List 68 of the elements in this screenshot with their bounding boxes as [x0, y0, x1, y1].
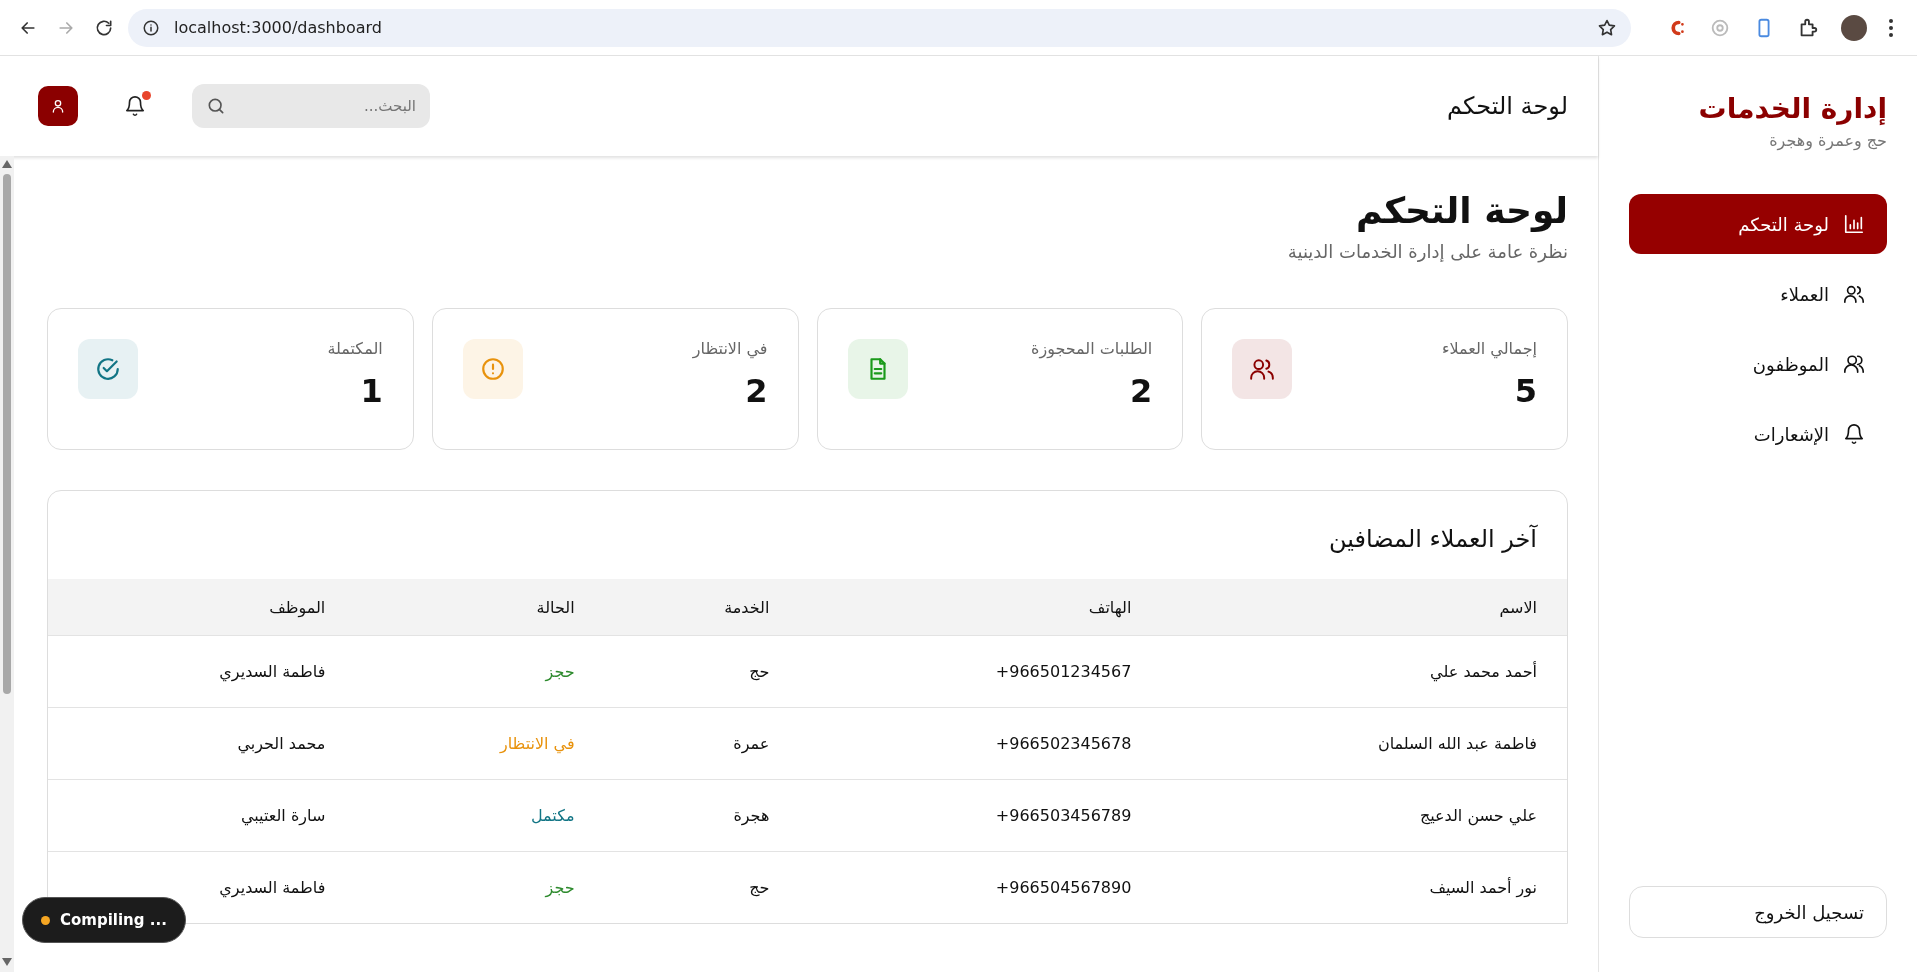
- stat-label: إجمالي العملاء: [1441, 339, 1537, 358]
- compiling-label: Compiling ...: [60, 911, 167, 929]
- scroll-down-icon[interactable]: [2, 958, 12, 966]
- url-text: localhost:3000/dashboard: [174, 18, 383, 37]
- status-text: في الانتظار: [355, 707, 605, 780]
- table-cell: +966501234567: [799, 635, 1162, 708]
- status-text: مكتمل: [355, 779, 605, 852]
- column-header: الحالة: [355, 579, 605, 636]
- table-cell: +966503456789: [799, 779, 1162, 852]
- table-cell: محمد الحربي: [48, 707, 356, 780]
- stat-label: المكتملة: [327, 339, 383, 358]
- sidebar-item[interactable]: الموظفون: [1629, 334, 1887, 394]
- stat-value: 2: [744, 372, 768, 410]
- sidebar-item[interactable]: العملاء: [1629, 264, 1887, 324]
- stat-label: الطلبات المحجوزة: [1031, 339, 1153, 358]
- logout-button[interactable]: تسجيل الخروج: [1629, 886, 1887, 938]
- stat-value: 5: [1513, 372, 1537, 410]
- reload-icon: [94, 17, 114, 38]
- alert-circle-icon: [479, 356, 506, 382]
- sidebar-item[interactable]: لوحة التحكم: [1629, 194, 1887, 254]
- table-cell: فاطمة السديري: [48, 635, 356, 708]
- scroll-up-icon[interactable]: [2, 160, 12, 168]
- bar-chart-icon: [1843, 213, 1865, 235]
- table-cell: أحمد محمد علي: [1161, 635, 1567, 708]
- user-icon: [50, 98, 66, 114]
- table-cell: هجرة: [604, 779, 800, 852]
- star-icon: [1597, 17, 1617, 38]
- search-icon: [206, 96, 226, 116]
- status-text: حجز: [355, 851, 605, 923]
- table-cell: علي حسن الدعيج: [1161, 779, 1567, 852]
- bell-icon: [1843, 423, 1865, 445]
- search-field[interactable]: البحث...: [192, 84, 430, 128]
- table-cell: حج: [604, 851, 800, 923]
- table-cell: نور أحمد السيف: [1161, 851, 1567, 923]
- table-cell: +966504567890: [799, 851, 1162, 923]
- users-icon: [1843, 353, 1865, 375]
- address-bar[interactable]: localhost:3000/dashboard: [128, 8, 1631, 47]
- sidebar-item[interactable]: الإشعارات: [1629, 404, 1887, 464]
- column-header: الموظف: [48, 579, 356, 636]
- column-header: الاسم: [1161, 579, 1567, 636]
- app-title: إدارة الخدمات: [1697, 92, 1887, 125]
- notification-dot: [142, 91, 151, 100]
- table-cell: +966502345678: [799, 707, 1162, 780]
- page-title: لوحة التحكم: [1354, 190, 1568, 231]
- header-title: لوحة التحكم: [1447, 92, 1568, 120]
- stat-value: 2: [1129, 372, 1153, 410]
- column-header: الهاتف: [799, 579, 1162, 636]
- check-circle-icon: [95, 356, 121, 382]
- status-text: حجز: [355, 635, 605, 708]
- more-vertical-icon[interactable]: [1889, 18, 1893, 37]
- table-title: آخر العملاء المضافين: [1328, 523, 1539, 555]
- table-cell: فاطمة عبد الله السلمان: [1161, 707, 1567, 780]
- user-avatar[interactable]: [38, 86, 78, 126]
- status-dot: [41, 915, 50, 925]
- info-icon: [142, 18, 160, 37]
- bell-icon: [124, 95, 146, 117]
- users-icon: [1843, 283, 1865, 305]
- stat-value: 1: [359, 372, 383, 410]
- table-cell: عمرة: [604, 707, 800, 780]
- column-header: الخدمة: [604, 579, 800, 636]
- users-icon: [1249, 356, 1276, 382]
- stat-label: في الانتظار: [692, 339, 768, 358]
- app-subtitle: حج وعمرة وهجرة: [1768, 131, 1887, 150]
- table-cell: سارة العتيبي: [48, 779, 356, 852]
- scrollbar-thumb[interactable]: [3, 174, 11, 694]
- table-cell: حج: [604, 635, 800, 708]
- profile-avatar[interactable]: [1841, 14, 1867, 41]
- page-subtitle: نظرة عامة على إدارة الخدمات الدينية: [1286, 241, 1568, 262]
